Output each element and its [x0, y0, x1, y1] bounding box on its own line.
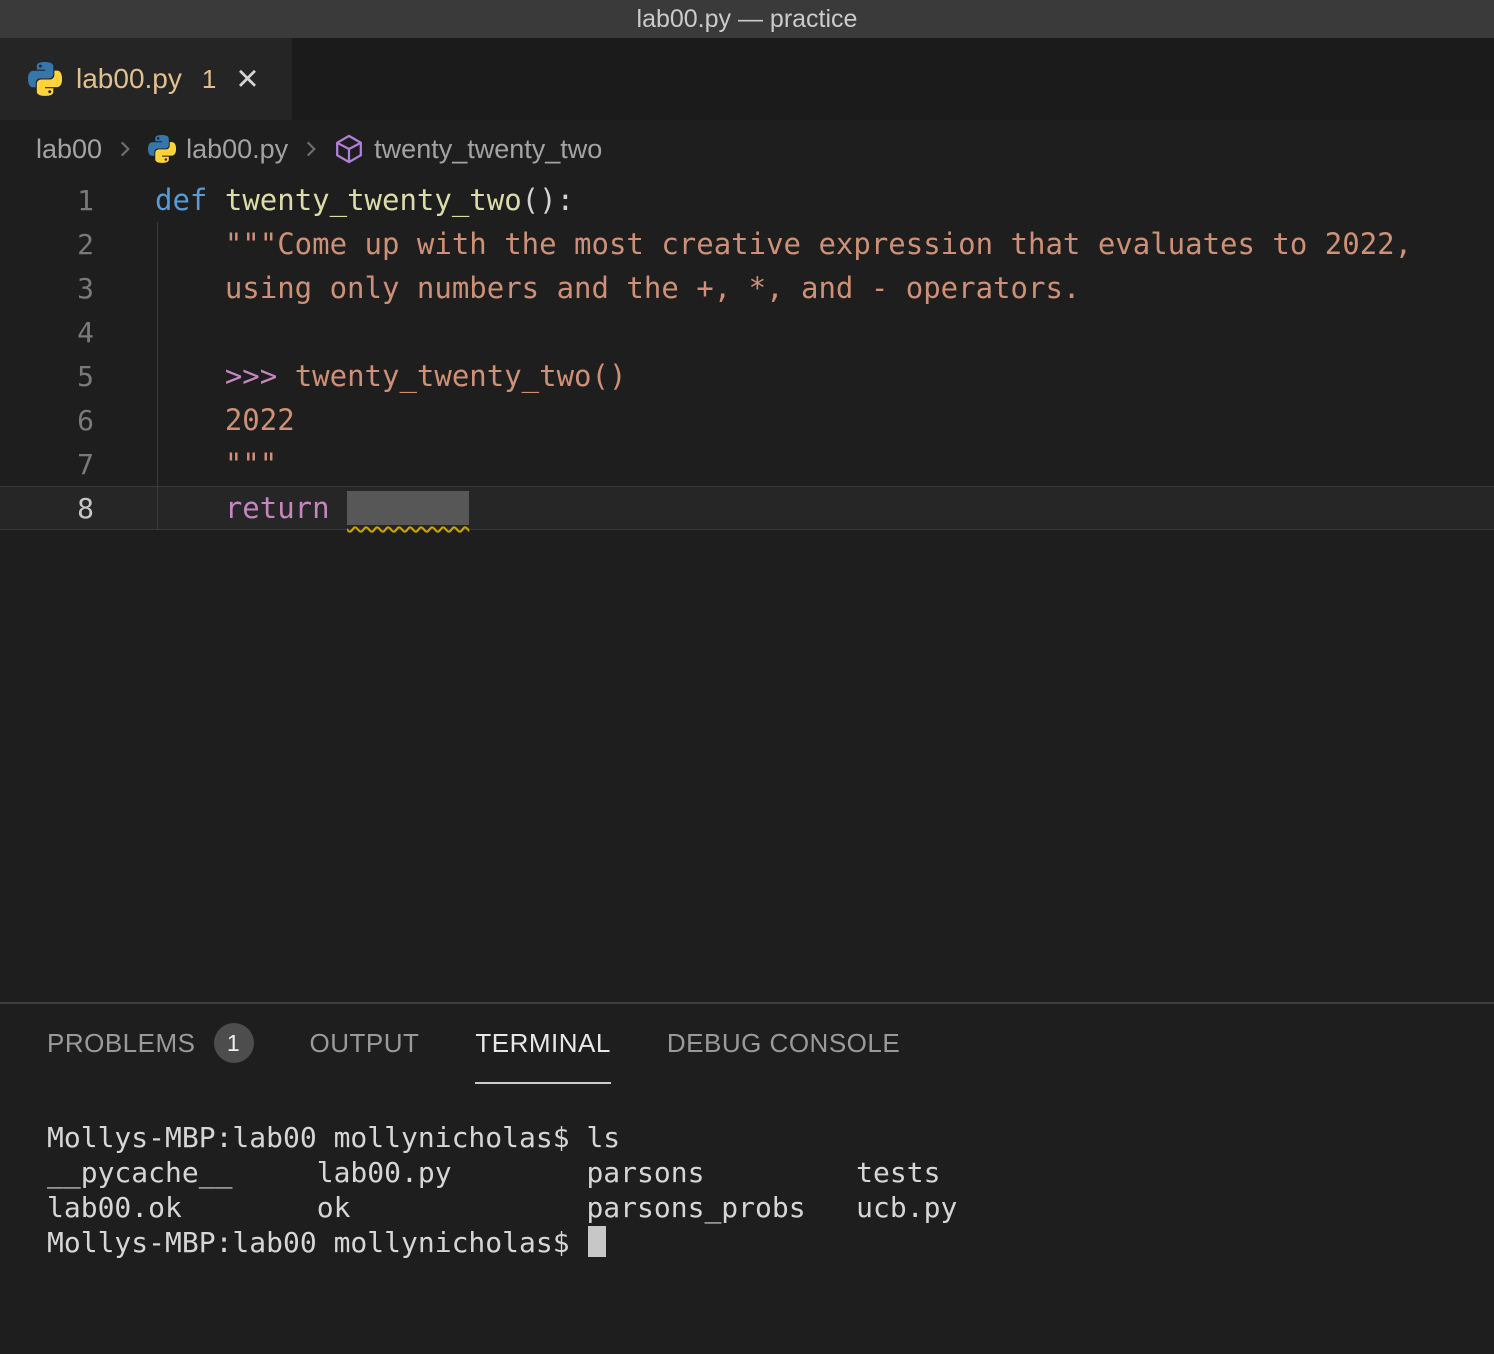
- line-number[interactable]: 1: [0, 184, 110, 217]
- line-number[interactable]: 4: [0, 316, 110, 349]
- bottom-panel: PROBLEMS 1 OUTPUT TERMINAL DEBUG CONSOLE Mol…: [0, 1002, 1494, 1354]
- line-content: """Come up with the most creative expres…: [110, 227, 1412, 261]
- code-token: return: [225, 491, 330, 525]
- line-number[interactable]: 6: [0, 404, 110, 437]
- code-token: 2022: [225, 403, 295, 437]
- snippet-blank: [347, 491, 469, 525]
- code-token: """Come up with the most creative expres…: [225, 227, 1412, 261]
- breadcrumb-symbol[interactable]: twenty_twenty_two: [334, 134, 602, 165]
- breadcrumb-file-label: lab00.py: [186, 134, 288, 165]
- code-token: using only numbers and the +, *, and - o…: [225, 271, 1081, 305]
- panel-tab-label: OUTPUT: [310, 1028, 420, 1059]
- line-content: def twenty_twenty_two():: [110, 183, 574, 217]
- code-line[interactable]: 3 using only numbers and the +, *, and -…: [0, 266, 1494, 310]
- tab-filename: lab00.py: [76, 63, 182, 95]
- line-content: using only numbers and the +, *, and - o…: [110, 271, 1080, 305]
- line-number[interactable]: 3: [0, 272, 110, 305]
- code-token: [330, 491, 347, 525]
- code-line[interactable]: 2 """Come up with the most creative expr…: [0, 222, 1494, 266]
- line-number[interactable]: 8: [0, 492, 110, 525]
- code-token: [155, 227, 225, 261]
- code-token: [155, 271, 225, 305]
- code-token: twenty_twenty_two: [225, 183, 522, 217]
- code-line[interactable]: 1def twenty_twenty_two():: [0, 178, 1494, 222]
- code-token: [155, 403, 225, 437]
- terminal-line: lab00.ok ok parsons_probs ucb.py: [47, 1190, 1494, 1225]
- panel-tabs: PROBLEMS 1 OUTPUT TERMINAL DEBUG CONSOLE: [0, 1004, 1494, 1084]
- symbol-method-cube-icon: [334, 134, 364, 164]
- code-editor[interactable]: 1def twenty_twenty_two():2 """Come up wi…: [0, 178, 1494, 1002]
- tab-lab00-py[interactable]: lab00.py 1 ×: [0, 38, 292, 120]
- breadcrumb-file[interactable]: lab00.py: [148, 134, 288, 165]
- panel-tab-label: DEBUG CONSOLE: [667, 1028, 900, 1059]
- breadcrumb-folder-label: lab00: [36, 134, 102, 165]
- code-token: def: [155, 183, 207, 217]
- panel-tab-label: PROBLEMS: [47, 1028, 196, 1059]
- code-token: [155, 447, 225, 481]
- window-titlebar: lab00.py — practice: [0, 0, 1494, 38]
- code-line[interactable]: 4: [0, 310, 1494, 354]
- code-line[interactable]: 8 return: [0, 486, 1494, 530]
- chevron-right-icon: [114, 138, 136, 160]
- tab-problems-badge: 1: [202, 64, 216, 95]
- line-content: 2022: [110, 403, 295, 437]
- panel-tab-output[interactable]: OUTPUT: [310, 1004, 420, 1084]
- tab-close-icon[interactable]: ×: [236, 60, 258, 98]
- line-number[interactable]: 2: [0, 228, 110, 261]
- line-content: >>> twenty_twenty_two(): [110, 359, 626, 393]
- editor-lines: 1def twenty_twenty_two():2 """Come up wi…: [0, 178, 1494, 530]
- code-token: [207, 183, 224, 217]
- code-token: [155, 491, 225, 525]
- code-line[interactable]: 6 2022: [0, 398, 1494, 442]
- terminal-line: Mollys-MBP:lab00 mollynicholas$: [47, 1225, 1494, 1260]
- terminal-line: Mollys-MBP:lab00 mollynicholas$ ls: [47, 1120, 1494, 1155]
- code-token: """: [225, 447, 277, 481]
- python-icon: [148, 135, 176, 163]
- code-line[interactable]: 5 >>> twenty_twenty_two(): [0, 354, 1494, 398]
- chevron-right-icon: [300, 138, 322, 160]
- editor-tabstrip: lab00.py 1 ×: [0, 38, 1494, 120]
- terminal-cursor: [588, 1226, 606, 1257]
- panel-tab-debug-console[interactable]: DEBUG CONSOLE: [667, 1004, 900, 1084]
- problems-count-badge: 1: [214, 1023, 254, 1063]
- breadcrumb-symbol-label: twenty_twenty_two: [374, 134, 602, 165]
- python-icon: [28, 62, 62, 96]
- line-content: """: [110, 447, 277, 481]
- panel-tab-label: TERMINAL: [475, 1028, 610, 1059]
- panel-tab-terminal[interactable]: TERMINAL: [475, 1004, 610, 1084]
- terminal-line: __pycache__ lab00.py parsons tests: [47, 1155, 1494, 1190]
- window-title: lab00.py — practice: [637, 5, 858, 34]
- line-number[interactable]: 7: [0, 448, 110, 481]
- breadcrumb: lab00 lab00.py twenty_twenty_two: [0, 120, 1494, 178]
- code-line[interactable]: 7 """: [0, 442, 1494, 486]
- line-content: return: [110, 491, 469, 525]
- terminal-output[interactable]: Mollys-MBP:lab00 mollynicholas$ ls__pyca…: [0, 1084, 1494, 1260]
- breadcrumb-folder[interactable]: lab00: [36, 134, 102, 165]
- code-token: ():: [522, 183, 574, 217]
- code-token: >>>: [225, 359, 277, 393]
- line-number[interactable]: 5: [0, 360, 110, 393]
- panel-tab-problems[interactable]: PROBLEMS 1: [47, 1004, 254, 1084]
- indent-guide: [157, 222, 158, 530]
- code-token: [155, 359, 225, 393]
- code-token: twenty_twenty_two(): [277, 359, 626, 393]
